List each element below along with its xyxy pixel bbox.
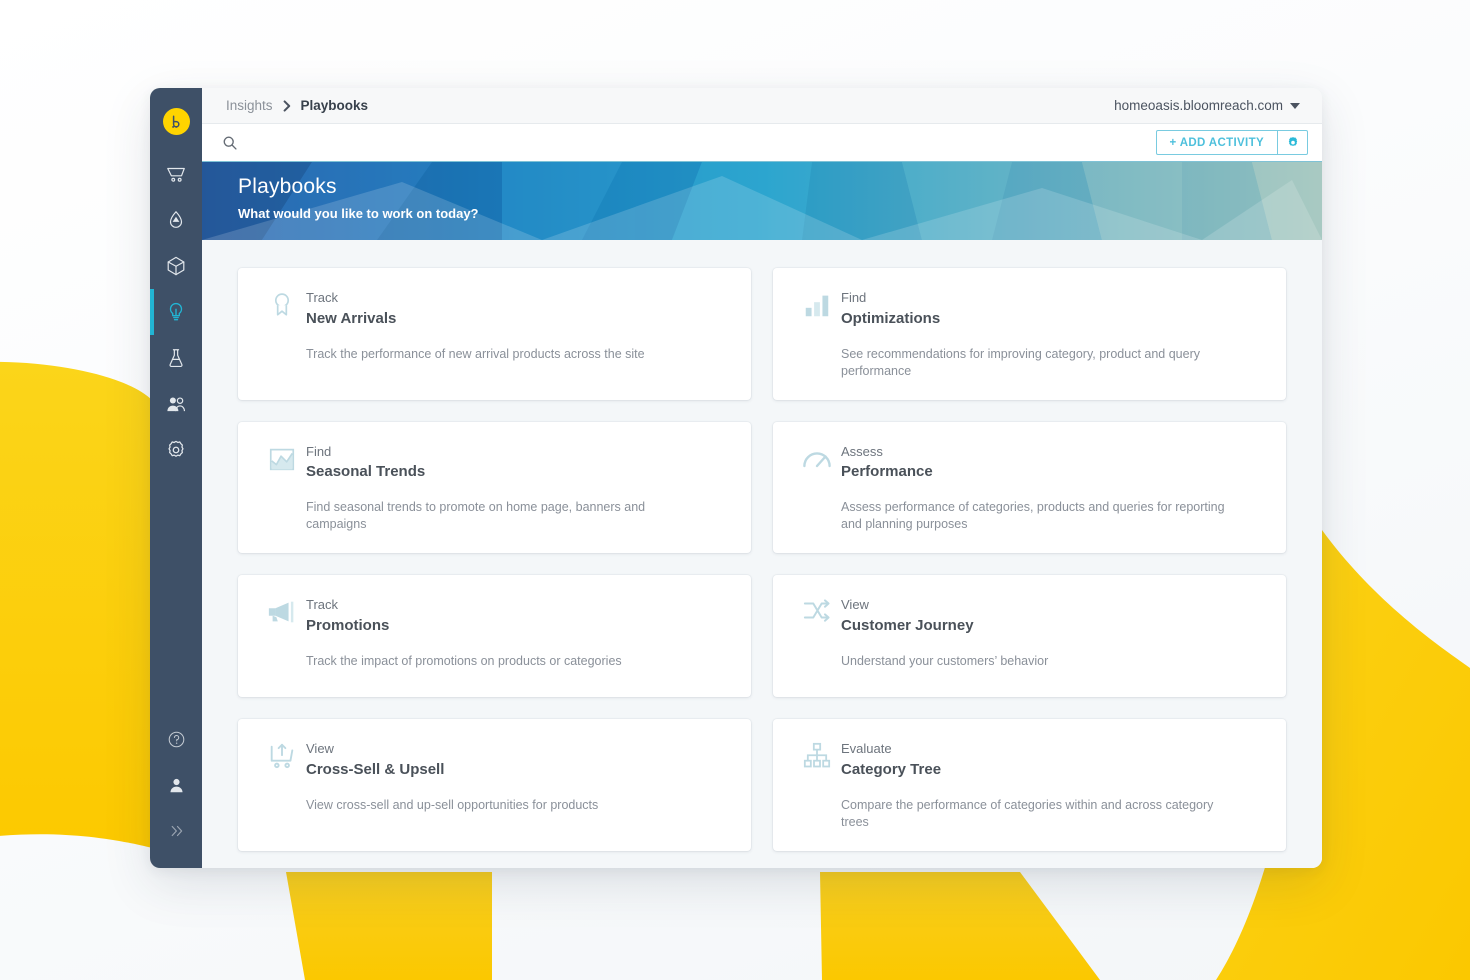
sidebar-rail (150, 88, 202, 868)
sidebar-item-products[interactable] (150, 243, 202, 289)
card-title: Customer Journey (841, 616, 974, 634)
card-kicker: Evaluate (841, 741, 892, 756)
bar-chart-icon (793, 288, 841, 380)
sidebar-item-insights[interactable] (150, 289, 202, 335)
hierarchy-tree-icon (793, 739, 841, 831)
card-body: Evaluate Category Tree Compare the perfo… (841, 739, 1264, 831)
card-body: View Customer Journey Understand your cu… (841, 595, 1264, 677)
search-input[interactable] (248, 135, 1144, 150)
main-area: Insights Playbooks homeoasis.bloomreach.… (202, 88, 1322, 868)
card-body: Track Promotions Track the impact of pro… (306, 595, 729, 677)
card-body: Find Seasonal Trends Find seasonal trend… (306, 442, 729, 534)
domain-selector[interactable]: homeoasis.bloomreach.com (1114, 98, 1300, 113)
page-title: Playbooks (238, 175, 337, 198)
megaphone-icon (258, 595, 306, 677)
card-description: Track the impact of promotions on produc… (306, 653, 622, 668)
card-kicker: Assess (841, 443, 883, 459)
card-title: Category Tree (841, 760, 942, 778)
app-window: Insights Playbooks homeoasis.bloomreach.… (150, 88, 1322, 868)
playbook-content: Track New Arrivals Track the performance… (202, 240, 1322, 868)
card-title: Performance (841, 463, 933, 480)
rail-bottom-group (150, 716, 202, 868)
add-activity-button[interactable]: + ADD ACTIVITY (1155, 130, 1278, 155)
playbook-card-customer-journey[interactable]: View Customer Journey Understand your cu… (773, 575, 1286, 697)
search-actions: + ADD ACTIVITY (1155, 130, 1308, 155)
bloomreach-logo-icon (172, 114, 180, 128)
hero-banner: Playbooks What would you like to work on… (202, 162, 1322, 240)
playbook-card-grid: Track New Arrivals Track the performance… (238, 268, 1286, 851)
card-title: Cross-Sell & Upsell (306, 760, 445, 778)
sidebar-item-settings[interactable] (150, 427, 202, 473)
search-bar: + ADD ACTIVITY (202, 124, 1322, 162)
cube-icon (167, 256, 185, 276)
playbook-card-seasonal-trends[interactable]: Find Seasonal Trends Find seasonal trend… (238, 421, 751, 553)
card-description: Find seasonal trends to promote on home … (306, 500, 646, 532)
sidebar-item-help[interactable] (150, 716, 202, 762)
card-kicker: View (306, 741, 334, 756)
domain-label: homeoasis.bloomreach.com (1114, 98, 1283, 113)
card-kicker: Find (841, 290, 867, 305)
flask-icon (169, 349, 183, 368)
chevron-right-icon (283, 99, 290, 112)
sidebar-item-commerce[interactable] (150, 151, 202, 197)
search-icon (222, 135, 238, 151)
card-description: Understand your customers’ behavior (841, 653, 1049, 668)
card-kicker: View (841, 597, 869, 612)
sidebar-expand-toggle[interactable] (150, 808, 202, 854)
sidebar-item-experiments[interactable] (150, 335, 202, 381)
card-kicker: Track (306, 290, 339, 305)
card-body: Track New Arrivals Track the performance… (306, 288, 729, 380)
bloomreach-logo[interactable] (162, 108, 190, 135)
activity-settings-button[interactable] (1278, 130, 1308, 155)
playbook-card-promotions[interactable]: Track Promotions Track the impact of pro… (238, 575, 751, 697)
breadcrumb-bar: Insights Playbooks homeoasis.bloomreach.… (202, 88, 1322, 124)
shuffle-icon (793, 595, 841, 677)
gear-icon (168, 440, 184, 457)
playbook-card-optimizations[interactable]: Find Optimizations See recommendations f… (773, 268, 1286, 400)
cart-up-arrow-icon (258, 739, 306, 831)
card-body: Find Optimizations See recommendations f… (841, 288, 1264, 380)
hero-text: Playbooks What would you like to work on… (202, 162, 1322, 221)
breadcrumb-current: Playbooks (300, 98, 369, 113)
card-title: New Arrivals (306, 309, 397, 327)
page-subtitle: What would you like to work on today? (238, 206, 479, 222)
playbook-card-performance[interactable]: Assess Performance Assess performance of… (773, 421, 1286, 553)
area-chart-icon (258, 442, 306, 534)
card-title: Seasonal Trends (306, 463, 426, 480)
card-kicker: Track (306, 597, 339, 612)
gear-icon (1288, 136, 1297, 146)
gauge-icon (793, 442, 841, 534)
playbook-card-cross-sell-upsell[interactable]: View Cross-Sell & Upsell View cross-sell… (238, 719, 751, 851)
card-title: Promotions (306, 616, 390, 634)
card-description: Compare the performance of categories wi… (841, 797, 1214, 829)
playbook-card-new-arrivals[interactable]: Track New Arrivals Track the performance… (238, 268, 751, 400)
people-icon (167, 397, 186, 412)
help-icon (168, 731, 184, 747)
expand-chevrons-icon (171, 825, 183, 837)
bulb-icon (169, 302, 183, 321)
leaf-icon (169, 211, 183, 228)
user-icon (169, 778, 183, 792)
cart-icon (167, 167, 185, 182)
playbook-card-category-tree[interactable]: Evaluate Category Tree Compare the perfo… (773, 719, 1286, 851)
card-description: View cross-sell and up-sell opportunitie… (306, 797, 599, 812)
chevron-down-icon (1290, 102, 1300, 109)
card-kicker: Find (306, 443, 332, 459)
card-description: See recommendations for improving catego… (841, 346, 1200, 378)
card-title: Optimizations (841, 309, 941, 327)
sidebar-item-account[interactable] (150, 762, 202, 808)
card-body: Assess Performance Assess performance of… (841, 442, 1264, 534)
sidebar-item-audiences[interactable] (150, 381, 202, 427)
breadcrumb-separator (283, 99, 291, 112)
card-body: View Cross-Sell & Upsell View cross-sell… (306, 739, 729, 831)
breadcrumb-parent[interactable]: Insights (226, 98, 273, 113)
card-description: Track the performance of new arrival pro… (306, 346, 645, 361)
award-ribbon-icon (258, 288, 306, 380)
sidebar-item-content[interactable] (150, 197, 202, 243)
card-description: Assess performance of categories, produc… (841, 500, 1225, 532)
